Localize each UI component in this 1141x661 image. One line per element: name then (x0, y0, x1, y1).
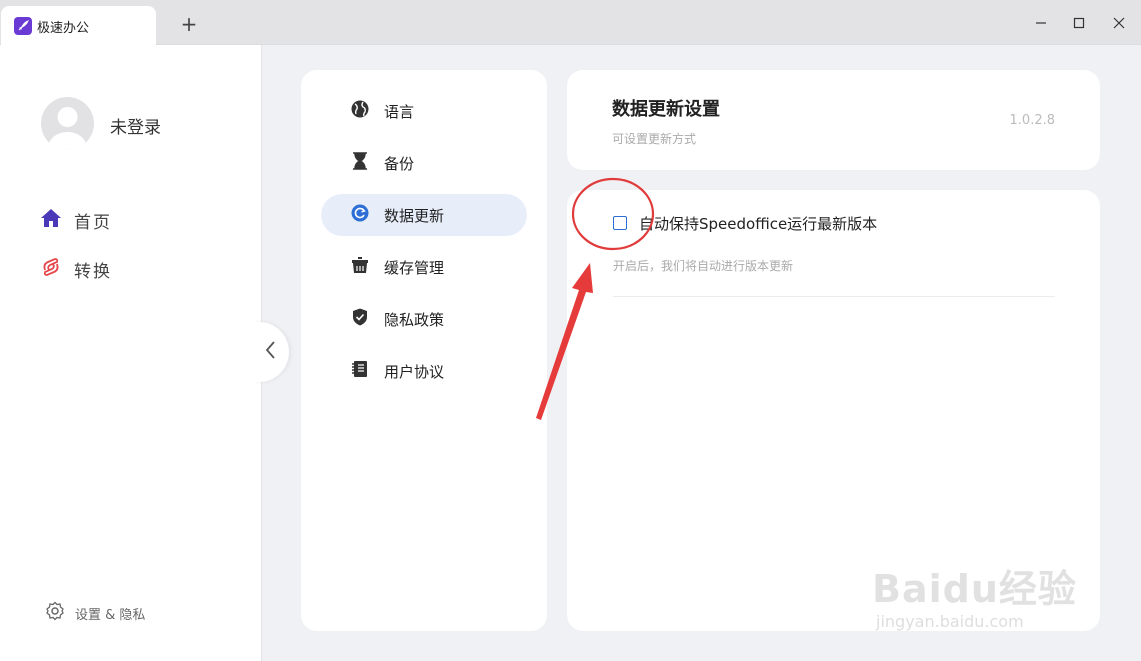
settings-header: 数据更新设置 可设置更新方式 1.0.2.8 (567, 70, 1100, 170)
version-label: 1.0.2.8 (1009, 113, 1055, 128)
notebook-icon (350, 359, 370, 383)
avatar[interactable] (41, 97, 94, 150)
auto-update-checkbox[interactable] (613, 216, 627, 230)
page-subtitle: 可设置更新方式 (612, 132, 697, 146)
minimize-icon[interactable] (1030, 12, 1052, 34)
settings-label: 设置 & 隐私 (75, 607, 146, 623)
menu-item-cache[interactable]: 缓存管理 (321, 246, 527, 288)
nav-item-convert[interactable]: 转换 (40, 256, 112, 282)
nav-item-home[interactable]: 首页 (40, 207, 112, 233)
maximize-icon[interactable] (1068, 12, 1090, 34)
menu-item-privacy[interactable]: 隐私政策 (321, 298, 527, 340)
watermark-url: jingyan.baidu.com (876, 612, 1024, 631)
home-icon (40, 207, 62, 233)
chevron-left-icon (264, 340, 278, 364)
refresh-icon (350, 203, 370, 227)
menu-label: 备份 (384, 154, 415, 173)
shield-icon (350, 307, 370, 331)
new-tab-button[interactable]: + (178, 12, 200, 36)
nav-home-label: 首页 (74, 212, 112, 233)
convert-icon (40, 256, 62, 282)
menu-item-data-update[interactable]: 数据更新 (321, 194, 527, 236)
sidebar: 未登录 首页 转换 设置 & 隐私 (0, 45, 262, 661)
nav-convert-label: 转换 (74, 261, 112, 282)
rocket-icon (14, 17, 32, 35)
menu-item-user-agreement[interactable]: 用户协议 (321, 350, 527, 392)
title-bar: 极速办公 + (0, 0, 1141, 46)
cache-icon (350, 255, 370, 279)
menu-label: 语言 (384, 102, 415, 121)
gear-icon (45, 601, 65, 625)
collapse-sidebar-button[interactable] (253, 322, 289, 382)
settings-menu: 语言 备份 数据更新 缓存管理 隐私政策 用户协议 (301, 70, 547, 631)
close-icon[interactable] (1108, 12, 1130, 34)
watermark-logo: Baidu经验 (872, 567, 1077, 611)
menu-label: 隐私政策 (384, 310, 445, 329)
menu-item-backup[interactable]: 备份 (321, 142, 527, 184)
hourglass-icon (350, 151, 370, 175)
divider (613, 296, 1055, 297)
menu-label: 缓存管理 (384, 258, 445, 277)
tab-title: 极速办公 (37, 20, 90, 36)
globe-icon (350, 99, 370, 123)
auto-update-label[interactable]: 自动保持Speedoffice运行最新版本 (639, 213, 877, 234)
user-name[interactable]: 未登录 (110, 113, 161, 138)
page-title: 数据更新设置 (612, 99, 720, 120)
menu-label: 用户协议 (384, 362, 445, 381)
menu-label: 数据更新 (384, 206, 445, 225)
settings-privacy-link[interactable]: 设置 & 隐私 (45, 601, 145, 625)
app-tab[interactable]: 极速办公 (1, 6, 156, 46)
auto-update-description: 开启后，我们将自动进行版本更新 (613, 259, 794, 273)
menu-item-language[interactable]: 语言 (321, 90, 527, 132)
